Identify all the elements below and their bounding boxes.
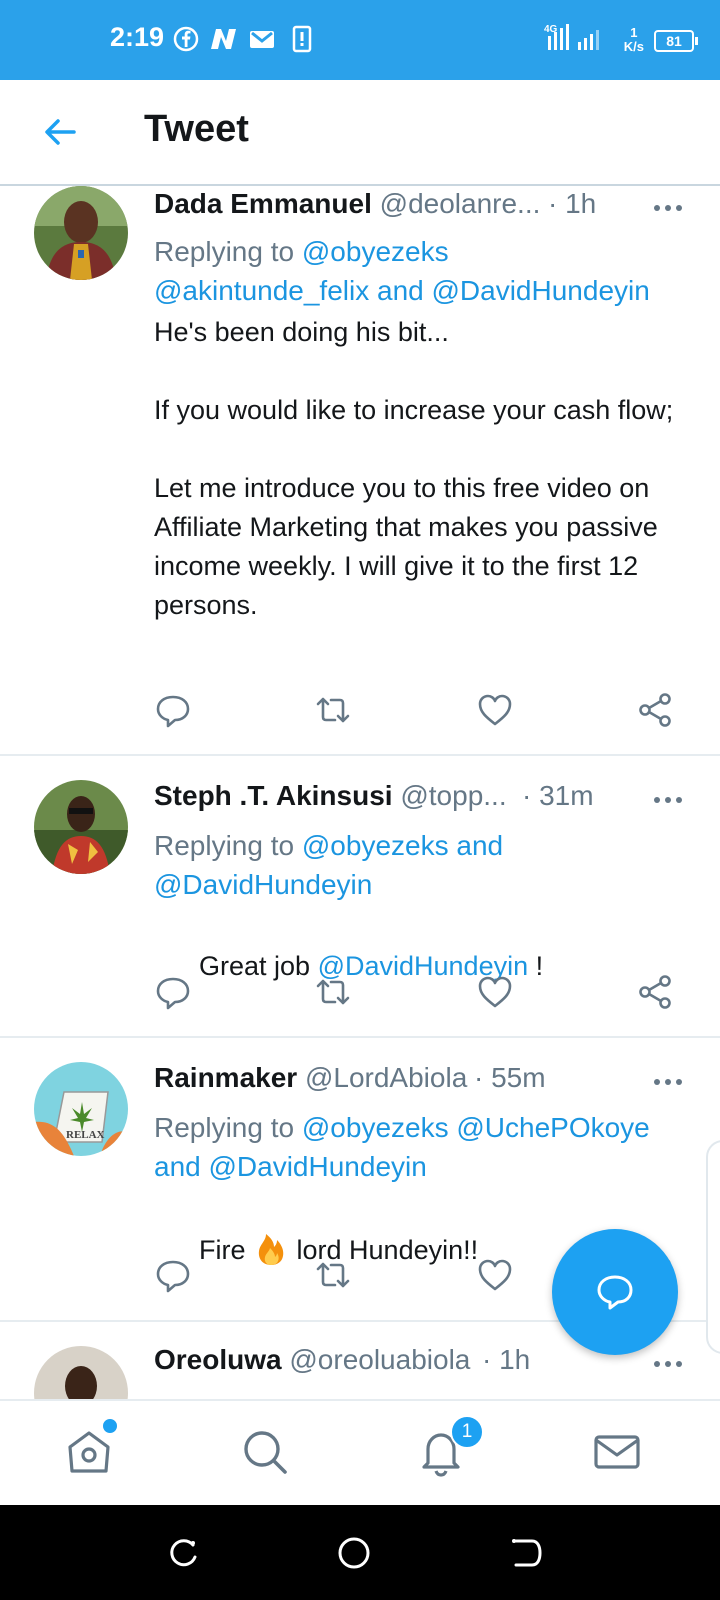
back-button-icon[interactable]: [508, 1535, 544, 1571]
retweet-icon[interactable]: [314, 1256, 352, 1294]
username[interactable]: @deolanre...: [380, 188, 541, 219]
reply-icon[interactable]: [154, 691, 192, 729]
status-time: 2:19: [110, 22, 165, 52]
more-options-icon[interactable]: [648, 1344, 688, 1384]
home-button-icon[interactable]: [336, 1535, 372, 1571]
replying-to: Replying to @obyezeks @akintunde_felix a…: [154, 232, 680, 310]
compose-reply-button[interactable]: [552, 1229, 678, 1355]
timestamp: · 1h: [482, 1344, 531, 1375]
mention-link[interactable]: @obyezeks: [302, 236, 449, 267]
display-name[interactable]: Rainmaker: [154, 1062, 297, 1093]
reply-feed[interactable]: Dada Emmanuel @deolanre... · 1h Replying…: [0, 186, 720, 1399]
replying-to: Replying to @obyezeks @UchePOkoye and @D…: [154, 1108, 680, 1186]
like-icon[interactable]: [476, 1256, 514, 1294]
back-arrow-icon[interactable]: [38, 110, 82, 154]
bottom-navigation: 1: [0, 1399, 720, 1507]
tweet-item[interactable]: Dada Emmanuel @deolanre... · 1h Replying…: [0, 186, 720, 756]
tweet-header: Steph .T. Akinsusi @topp... · 31m: [154, 780, 696, 820]
tweet-text: He's been doing his bit... If you would …: [154, 317, 674, 620]
timestamp: · 31m: [522, 780, 594, 811]
display-name[interactable]: Dada Emmanuel: [154, 188, 372, 219]
battery-icon: 81: [654, 30, 698, 52]
tweet-header: Dada Emmanuel @deolanre... · 1h: [154, 188, 696, 228]
avatar[interactable]: [34, 186, 128, 280]
mention-link[interactable]: @DavidHundeyin: [154, 869, 372, 900]
app-header: Tweet: [0, 80, 720, 186]
reply-icon[interactable]: [154, 973, 192, 1011]
like-icon[interactable]: [476, 691, 514, 729]
tweet-actions: [154, 691, 694, 731]
messages-mail-icon[interactable]: [590, 1425, 644, 1479]
tweet-header: Rainmaker @LordAbiola · 55m: [154, 1062, 696, 1102]
reply-icon[interactable]: [154, 1256, 192, 1294]
news-app-icon: [211, 29, 236, 49]
display-name[interactable]: Steph .T. Akinsusi: [154, 780, 393, 811]
home-unread-dot: [101, 1417, 119, 1435]
retweet-icon[interactable]: [314, 691, 352, 729]
username[interactable]: @oreoluabiola: [289, 1344, 470, 1375]
share-icon[interactable]: [636, 691, 674, 729]
retweet-icon[interactable]: [314, 973, 352, 1011]
edge-panel-handle[interactable]: [706, 1140, 720, 1354]
more-options-icon[interactable]: [648, 188, 688, 228]
avatar[interactable]: RELAX: [34, 1062, 128, 1156]
speed-unit: K/s: [623, 39, 644, 54]
mention-link[interactable]: @obyezeks and: [302, 830, 503, 861]
status-bar: 2:19 4G 1 K/s 81: [0, 0, 720, 80]
more-options-icon[interactable]: [648, 1062, 688, 1102]
tweet-actions: [154, 973, 694, 1013]
display-name[interactable]: Oreoluwa: [154, 1344, 282, 1375]
mention-link[interactable]: and @DavidHundeyin: [154, 1151, 427, 1182]
timestamp: · 1h: [548, 188, 597, 219]
replying-to: Replying to @obyezeks and @DavidHundeyin: [154, 826, 680, 904]
speed-value: 1: [630, 25, 638, 40]
share-icon[interactable]: [636, 973, 674, 1011]
svg-text:RELAX: RELAX: [66, 1129, 105, 1141]
replying-prefix: Replying to: [154, 830, 302, 861]
replying-prefix: Replying to: [154, 1112, 302, 1143]
facebook-icon: [173, 26, 199, 52]
username[interactable]: @LordAbiola: [305, 1062, 467, 1093]
more-options-icon[interactable]: [648, 780, 688, 820]
username[interactable]: @topp...: [400, 780, 506, 811]
search-icon[interactable]: [238, 1425, 292, 1479]
avatar[interactable]: [34, 780, 128, 874]
phone-alert-icon: [292, 25, 312, 53]
mention-link[interactable]: @obyezeks @UchePOkoye: [302, 1112, 650, 1143]
reply-bubble-icon: [597, 1275, 633, 1310]
network-speed: 1 K/s: [624, 26, 644, 54]
recent-apps-icon[interactable]: [165, 1535, 201, 1571]
timestamp: · 55m: [474, 1062, 546, 1093]
avatar[interactable]: [34, 1346, 128, 1399]
replying-prefix: Replying to: [154, 236, 302, 267]
like-icon[interactable]: [476, 973, 514, 1011]
notifications-badge: 1: [450, 1415, 484, 1449]
mention-link[interactable]: @akintunde_felix and @DavidHundeyin: [154, 275, 650, 306]
system-navigation-bar: [0, 1505, 720, 1600]
signal-strength-icon: 4G: [544, 24, 599, 50]
tweet-item[interactable]: Steph .T. Akinsusi @topp... · 31m Replyi…: [0, 756, 720, 1038]
page-title: Tweet: [144, 108, 249, 150]
gmail-icon: [250, 31, 274, 48]
